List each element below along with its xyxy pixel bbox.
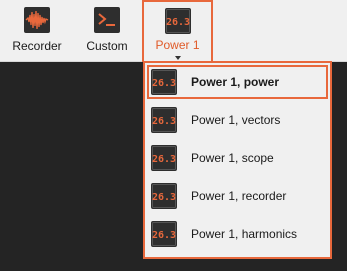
menu-item-label: Power 1, power xyxy=(191,75,280,89)
menu-item-power-1-power[interactable]: 26.3 Power 1, power xyxy=(147,65,328,99)
svg-text:26.3: 26.3 xyxy=(152,154,176,165)
digital-readout-icon: 26.3 xyxy=(151,69,177,95)
digital-readout-icon: 26.3 xyxy=(151,221,177,247)
svg-text:26.3: 26.3 xyxy=(152,116,176,127)
toolbar: Recorder Custom 26.3 Power 1 xyxy=(0,0,347,62)
digital-readout-icon: 26.3 xyxy=(151,145,177,171)
terminal-prompt-icon xyxy=(94,7,120,33)
custom-label: Custom xyxy=(86,39,128,53)
svg-text:26.3: 26.3 xyxy=(152,230,176,241)
menu-item-power-1-harmonics[interactable]: 26.3 Power 1, harmonics xyxy=(147,217,328,251)
custom-button[interactable]: Custom xyxy=(78,0,136,62)
menu-item-power-1-scope[interactable]: 26.3 Power 1, scope xyxy=(147,141,328,175)
svg-text:26.3: 26.3 xyxy=(152,192,176,203)
digital-readout-icon: 26.3 xyxy=(164,8,191,34)
menu-item-label: Power 1, scope xyxy=(191,151,274,165)
menu-item-power-1-vectors[interactable]: 26.3 Power 1, vectors xyxy=(147,103,328,137)
waveform-icon xyxy=(24,7,50,33)
recorder-label: Recorder xyxy=(12,39,62,53)
power-1-dropdown-button[interactable]: 26.3 Power 1 xyxy=(142,0,213,62)
digital-readout-icon: 26.3 xyxy=(151,107,177,133)
digital-readout-icon: 26.3 xyxy=(151,183,177,209)
svg-text:26.3: 26.3 xyxy=(152,78,176,89)
menu-item-power-1-recorder[interactable]: 26.3 Power 1, recorder xyxy=(147,179,328,213)
chevron-down-icon xyxy=(174,56,181,60)
menu-item-label: Power 1, harmonics xyxy=(191,227,298,241)
power-1-label: Power 1 xyxy=(155,38,200,52)
power-1-dropdown-menu: 26.3 Power 1, power 26.3 Power 1, vector… xyxy=(143,61,332,259)
recorder-button[interactable]: Recorder xyxy=(6,0,68,62)
menu-item-label: Power 1, vectors xyxy=(191,113,281,127)
menu-item-label: Power 1, recorder xyxy=(191,189,287,203)
svg-text:26.3: 26.3 xyxy=(165,17,189,28)
